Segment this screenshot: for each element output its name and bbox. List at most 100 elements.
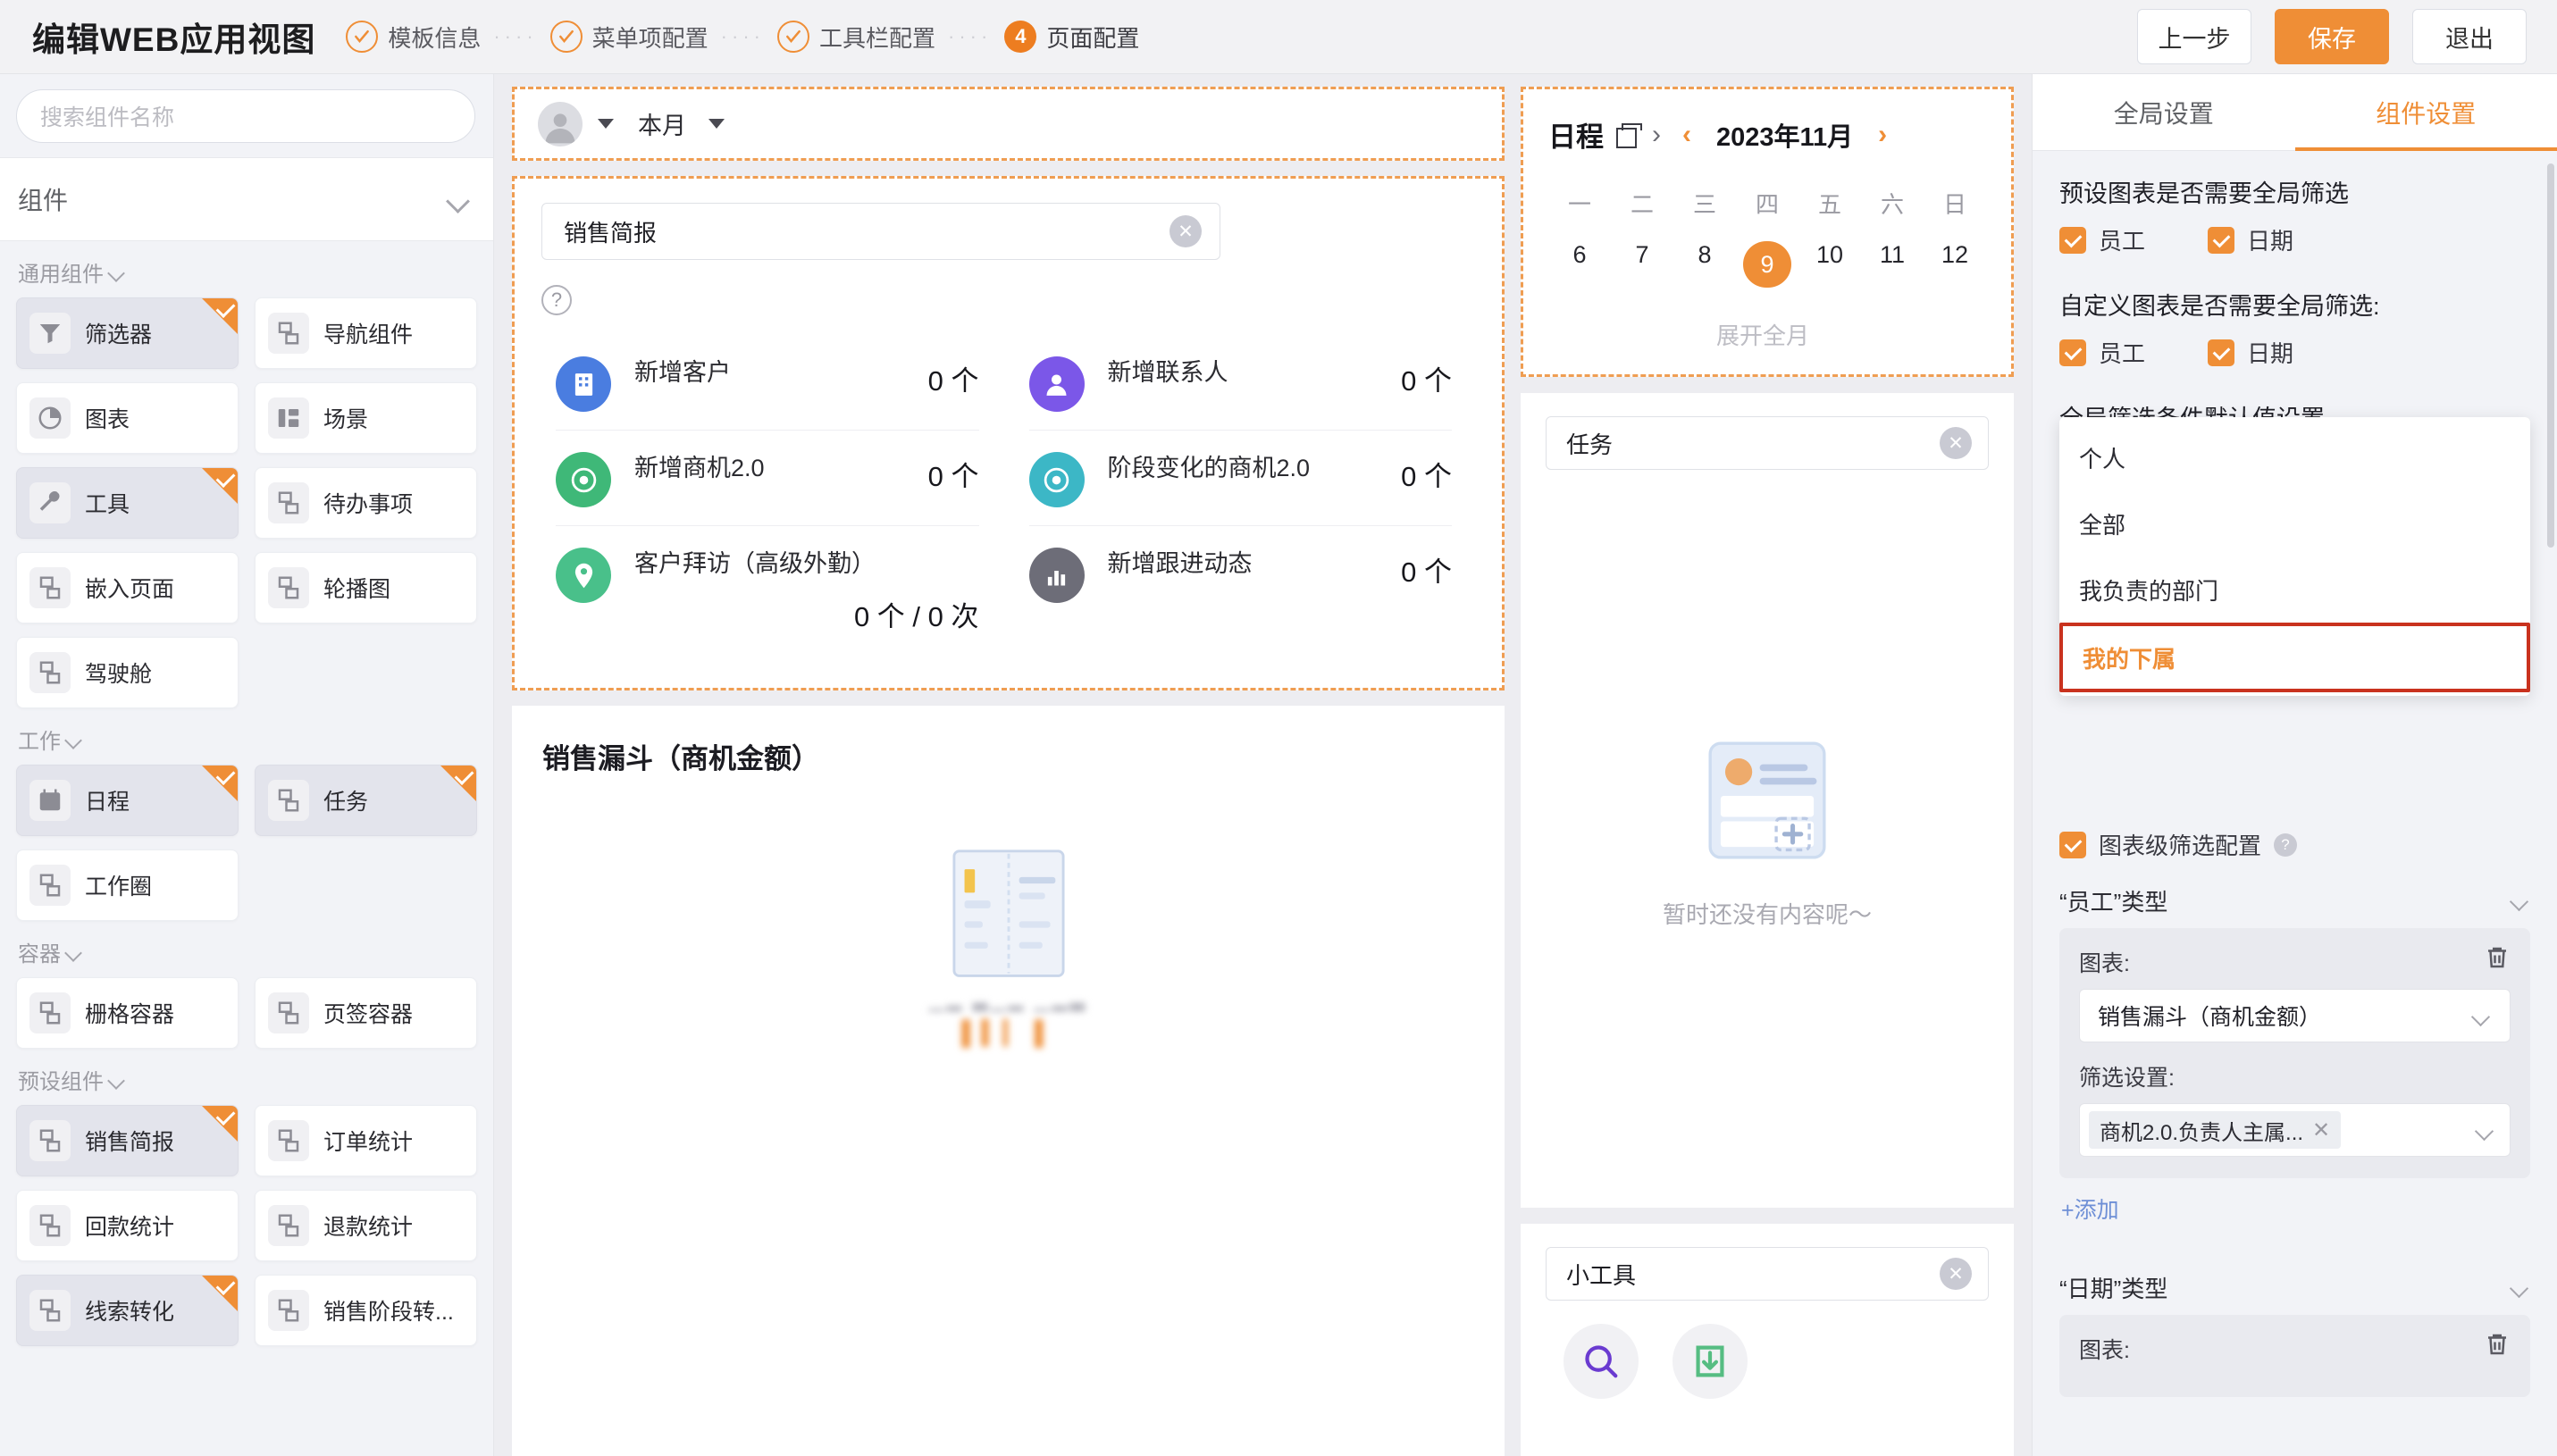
dropdown-option-my-dept[interactable]: 我负责的部门 xyxy=(2059,556,2530,623)
save-button[interactable]: 保存 xyxy=(2275,9,2389,64)
component-card-tab-container[interactable]: 页签容器 xyxy=(255,977,477,1049)
category-header-container[interactable]: 容器 xyxy=(16,921,477,977)
checkbox-preset-employee[interactable]: 员工 xyxy=(2059,223,2145,256)
component-section-header[interactable]: 组件 xyxy=(0,157,493,241)
check-icon xyxy=(346,21,378,53)
task-name-input[interactable]: 任务 ✕ xyxy=(1546,416,1989,470)
prev-month-icon[interactable]: ‹ xyxy=(1682,120,1691,150)
stat-item: 新增跟进动态 0 个 xyxy=(1029,526,1453,652)
checkbox-chart-level-filter[interactable]: 图表级筛选配置 ? xyxy=(2059,828,2530,861)
component-card-payment-stats[interactable]: 回款统计 xyxy=(16,1190,239,1261)
sales-funnel-widget[interactable]: 销售漏斗（商机金额） xyxy=(512,706,1505,1456)
remove-tag-icon[interactable]: ✕ xyxy=(2312,1117,2330,1143)
category-header-work[interactable]: 工作 xyxy=(16,708,477,765)
checkbox-preset-date[interactable]: 日期 xyxy=(2208,223,2293,256)
add-chart-filter-link[interactable]: +添加 xyxy=(2061,1192,2530,1225)
expand-label: 展开全月 xyxy=(1716,318,1809,351)
date-type-group-header[interactable]: “日期”类型 xyxy=(2059,1260,2530,1315)
component-card-nav[interactable]: 导航组件 xyxy=(255,297,477,369)
help-icon[interactable]: ? xyxy=(2274,833,2297,857)
component-card-sales-brief[interactable]: 销售简报 xyxy=(16,1105,239,1176)
funnel-title: 销售漏斗（商机金额） xyxy=(512,736,1505,776)
schedule-widget[interactable]: 日程 › ‹ 2023年11月 › 一 二 三 四 五 xyxy=(1521,87,2014,377)
component-card-embed[interactable]: 嵌入页面 xyxy=(16,552,239,623)
delete-icon[interactable] xyxy=(2484,944,2511,975)
component-card-carousel[interactable]: 轮播图 xyxy=(255,552,477,623)
component-card-cockpit[interactable]: 驾驶舱 xyxy=(16,637,239,708)
calendar-day[interactable]: 10 xyxy=(1798,232,1861,297)
calendar-day[interactable]: 6 xyxy=(1548,232,1611,297)
clear-icon[interactable]: ✕ xyxy=(1940,427,1972,459)
component-card-chart[interactable]: 图表 xyxy=(16,382,239,454)
layout-icon xyxy=(268,567,309,608)
layout-icon xyxy=(29,567,71,608)
chevron-down-icon[interactable] xyxy=(708,119,725,129)
checkbox-custom-employee[interactable]: 员工 xyxy=(2059,336,2145,369)
filter-select[interactable]: 商机2.0.负责人主属... ✕ xyxy=(2079,1103,2511,1157)
component-card-grid-container[interactable]: 栅格容器 xyxy=(16,977,239,1049)
copy-icon[interactable] xyxy=(1616,123,1639,146)
tools-name-value: 小工具 xyxy=(1566,1258,1636,1291)
component-card-schedule[interactable]: 日程 xyxy=(16,765,239,836)
tools-widget[interactable]: 小工具 ✕ xyxy=(1521,1224,2014,1456)
category-header-preset[interactable]: 预设组件 xyxy=(16,1049,477,1105)
dropdown-option-personal[interactable]: 个人 xyxy=(2059,424,2530,490)
checkbox-label: 员工 xyxy=(2099,223,2145,256)
chart-select[interactable]: 销售漏斗（商机金额） xyxy=(2079,989,2511,1042)
component-card-tool[interactable]: 工具 xyxy=(16,467,239,539)
delete-icon[interactable] xyxy=(2484,1331,2511,1362)
calendar-day[interactable]: 8 xyxy=(1673,232,1736,297)
toolbar-widget[interactable]: 本月 xyxy=(512,87,1505,161)
calendar-day[interactable]: 7 xyxy=(1611,232,1673,297)
clear-icon[interactable]: ✕ xyxy=(1170,215,1202,247)
stat-value: 0 个 / 0 次 xyxy=(634,580,979,634)
calendar-day-today[interactable]: 9 xyxy=(1736,232,1798,297)
stat-text-block: 客户拜访（高级外勤） 0 个 / 0 次 xyxy=(634,548,979,634)
tools-name-input[interactable]: 小工具 ✕ xyxy=(1546,1247,1989,1301)
expand-month-button[interactable]: 展开全月 xyxy=(1548,318,1986,351)
stat-value: 0 个 xyxy=(1401,548,1452,590)
tab-global-settings[interactable]: 全局设置 xyxy=(2033,74,2295,150)
component-card-lead-conversion[interactable]: 线索转化 xyxy=(16,1275,239,1346)
pin-person-icon xyxy=(556,548,611,603)
checkbox-custom-date[interactable]: 日期 xyxy=(2208,336,2293,369)
chevron-right-icon[interactable]: › xyxy=(1652,120,1661,150)
calendar-day[interactable]: 12 xyxy=(1924,232,1986,297)
empty-box-icon xyxy=(1692,725,1842,875)
component-card-task[interactable]: 任务 xyxy=(255,765,477,836)
dropdown-option-all[interactable]: 全部 xyxy=(2059,490,2530,556)
download-icon[interactable] xyxy=(1673,1324,1748,1399)
search-icon[interactable] xyxy=(1564,1324,1639,1399)
calendar-day[interactable]: 11 xyxy=(1861,232,1924,297)
component-card-workcircle[interactable]: 工作圈 xyxy=(16,849,239,921)
help-icon[interactable]: ? xyxy=(541,285,572,315)
widget-name-input[interactable]: 销售简报 ✕ xyxy=(541,203,1220,260)
sales-brief-widget[interactable]: 销售简报 ✕ ? 新增客户 0 个 xyxy=(512,176,1505,690)
next-month-icon[interactable]: › xyxy=(1878,120,1887,150)
component-label: 页签容器 xyxy=(323,997,413,1029)
component-label: 场景 xyxy=(323,402,368,434)
component-label: 栅格容器 xyxy=(85,997,174,1029)
step-2[interactable]: 菜单项配置 xyxy=(550,21,708,54)
chevron-down-icon[interactable] xyxy=(598,119,614,129)
stat-item: 新增客户 0 个 xyxy=(556,335,979,431)
prev-step-button[interactable]: 上一步 xyxy=(2137,9,2251,64)
component-card-refund-stats[interactable]: 退款统计 xyxy=(255,1190,477,1261)
settings-scrollbar[interactable] xyxy=(2547,163,2554,548)
component-card-order-stats[interactable]: 订单统计 xyxy=(255,1105,477,1176)
component-card-scene[interactable]: 场景 xyxy=(255,382,477,454)
employee-type-group-header[interactable]: “员工”类型 xyxy=(2059,874,2530,928)
step-4[interactable]: 4 页面配置 xyxy=(1004,21,1139,54)
component-card-todo[interactable]: 待办事项 xyxy=(255,467,477,539)
dropdown-option-my-subordinates[interactable]: 我的下属 xyxy=(2059,623,2530,692)
step-3[interactable]: 工具栏配置 xyxy=(777,21,935,54)
clear-icon[interactable]: ✕ xyxy=(1940,1258,1972,1290)
exit-button[interactable]: 退出 xyxy=(2412,9,2527,64)
component-card-sales-stage[interactable]: 销售阶段转... xyxy=(255,1275,477,1346)
component-card-filter[interactable]: 筛选器 xyxy=(16,297,239,369)
step-1[interactable]: 模板信息 xyxy=(346,21,481,54)
task-widget[interactable]: 任务 ✕ xyxy=(1521,393,2014,1208)
category-header-general[interactable]: 通用组件 xyxy=(16,241,477,297)
tab-component-settings[interactable]: 组件设置 xyxy=(2295,74,2557,150)
search-input[interactable]: 搜索组件名称 xyxy=(16,89,475,143)
